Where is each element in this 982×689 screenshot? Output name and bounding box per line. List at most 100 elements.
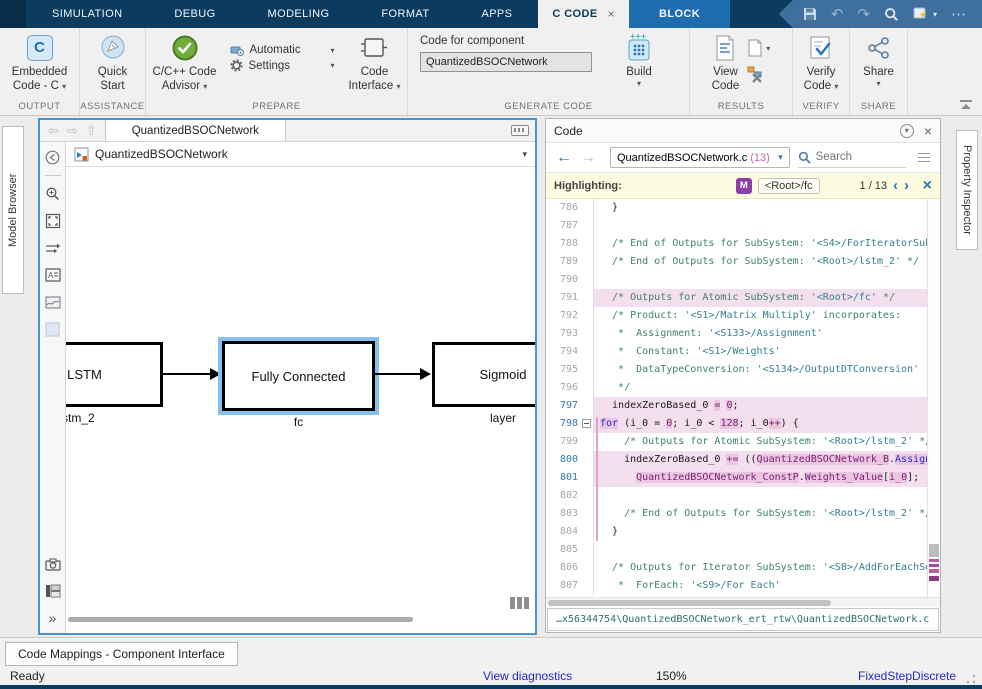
code-line[interactable]: 797 indexZeroBased_0 = 0; xyxy=(546,397,940,415)
block-lstm-label[interactable]: stm_2 xyxy=(66,411,95,425)
tab-apps[interactable]: APPS xyxy=(455,0,538,28)
code-line[interactable]: 791 /* Outputs for Atomic SubSystem: '<R… xyxy=(546,289,940,307)
nav-back-icon[interactable]: ⇦ xyxy=(48,123,59,139)
area-icon[interactable] xyxy=(44,320,62,338)
signal-wire[interactable] xyxy=(163,373,210,375)
nav-up-icon[interactable]: ⇧ xyxy=(86,123,97,139)
minimize-ribbon-icon[interactable] xyxy=(960,100,972,109)
code-line[interactable]: 806 /* Outputs for Iterator SubSystem: '… xyxy=(546,559,940,577)
block-lstm[interactable]: LSTM xyxy=(66,342,163,407)
code-line[interactable]: 793 * Assignment: '<S133>/Assignment' xyxy=(546,325,940,343)
annotation-icon[interactable]: A xyxy=(44,266,62,284)
code-line[interactable]: 799 /* Outputs for Atomic SubSystem: '<R… xyxy=(546,433,940,451)
editor-tab[interactable]: QuantizedBSOCNetwork xyxy=(105,120,286,141)
quick-start-button[interactable]: Quick Start xyxy=(98,33,127,94)
image-icon[interactable] xyxy=(44,293,62,311)
viewmarks-icon[interactable] xyxy=(44,582,62,600)
view-diagnostics-link[interactable]: View diagnostics xyxy=(483,669,572,683)
component-name-input[interactable] xyxy=(420,52,592,72)
automatic-dropdown[interactable]: Automatic ▾ xyxy=(230,44,334,56)
code-line[interactable]: 792 /* Product: '<S1>/Matrix Multiply' i… xyxy=(546,307,940,325)
signal-wire[interactable] xyxy=(375,373,420,375)
more-actions-icon[interactable]: ⋯ xyxy=(951,7,966,22)
history-forward-icon[interactable]: → xyxy=(580,149,596,167)
favorite-model-icon[interactable]: ▾ xyxy=(913,7,937,21)
expand-palette-icon[interactable]: » xyxy=(44,609,62,627)
panel-menu-icon[interactable]: ▾ xyxy=(900,124,914,138)
code-line[interactable]: 805 xyxy=(546,541,940,559)
zoom-level[interactable]: 150% xyxy=(656,669,687,683)
search-icon[interactable] xyxy=(884,7,899,22)
clear-highlighting-icon[interactable]: × xyxy=(923,177,932,195)
code-line[interactable]: 803 /* End of Outputs for SubSystem: '<R… xyxy=(546,505,940,523)
nav-forward-icon[interactable]: ⇨ xyxy=(67,123,78,139)
code-line[interactable]: 794 * Constant: '<S1>/Weights' xyxy=(546,343,940,361)
code-line[interactable]: 807 * ForEach: '<S9>/For Each' xyxy=(546,577,940,595)
code-hscrollbar[interactable] xyxy=(546,597,940,607)
panel-hamburger-icon[interactable] xyxy=(918,153,930,163)
block-sigmoid[interactable]: Sigmoid xyxy=(432,342,535,407)
report-dropdown[interactable]: ▾ xyxy=(747,39,770,57)
tab-simulation[interactable]: SIMULATION xyxy=(26,0,148,28)
vscroll-thumb[interactable] xyxy=(929,544,939,557)
share-button[interactable]: Share ▾ xyxy=(863,33,894,89)
redo-icon[interactable]: ↷ xyxy=(857,7,870,22)
keyboard-shortcuts-icon[interactable] xyxy=(511,125,529,136)
block-sigmoid-label[interactable]: layer xyxy=(432,411,535,425)
code-line[interactable]: 786 } xyxy=(546,199,940,217)
view-code-button[interactable]: View Code xyxy=(712,33,740,94)
hide-palette-icon[interactable] xyxy=(44,148,62,166)
code-interface-button[interactable]: Code Interface ▾ xyxy=(348,33,400,94)
code-line[interactable]: 795 * DataTypeConversion: '<S134>/Output… xyxy=(546,361,940,379)
code-line[interactable]: 804 } xyxy=(546,523,940,541)
code-line[interactable]: 800 indexZeroBased_0 += ((QuantizedBSOCN… xyxy=(546,451,940,469)
solver-name[interactable]: FixedStepDiscrete xyxy=(858,669,956,683)
fit-to-view-icon[interactable] xyxy=(44,212,62,230)
code-line[interactable]: 802 xyxy=(546,487,940,505)
remove-highlighting-icon[interactable] xyxy=(747,65,770,83)
code-vscrollbar[interactable] xyxy=(927,199,940,597)
code-line[interactable]: 788 /* End of Outputs for SubSystem: '<S… xyxy=(546,235,940,253)
zoom-region-icon[interactable] xyxy=(44,185,62,203)
save-icon[interactable] xyxy=(803,7,817,21)
highlight-target[interactable]: <Root>/fc xyxy=(758,178,820,194)
breadcrumb-dropdown-icon[interactable]: ▾ xyxy=(522,149,527,160)
prev-match-icon[interactable]: ‹ xyxy=(893,178,898,193)
tab-format[interactable]: FORMAT xyxy=(355,0,455,28)
code-advisor-button[interactable]: C/C++ Code Advisor ▾ xyxy=(153,33,217,94)
code-line[interactable]: 798for (i_0 = 0; i_0 < 128; i_0++) { xyxy=(546,415,940,433)
code-line[interactable]: 790 xyxy=(546,271,940,289)
tab-block[interactable]: BLOCK xyxy=(629,0,730,28)
history-back-icon[interactable]: ← xyxy=(556,149,572,167)
tab-c-code-active[interactable]: C CODE × xyxy=(538,0,629,28)
code-view[interactable]: 786 }787788 /* End of Outputs for SubSys… xyxy=(546,199,940,597)
code-line[interactable]: 787 xyxy=(546,217,940,235)
next-match-icon[interactable]: › xyxy=(904,178,909,193)
verify-code-button[interactable]: Verify Code ▾ xyxy=(804,33,839,94)
code-line[interactable]: 789 /* End of Outputs for SubSystem: '<R… xyxy=(546,253,940,271)
fold-collapse-icon[interactable] xyxy=(580,415,594,433)
app-menu-square[interactable] xyxy=(0,0,26,28)
build-button[interactable]: +++ Build ▾ xyxy=(624,33,654,89)
resize-grip[interactable] xyxy=(966,674,976,684)
breadcrumb[interactable]: QuantizedBSOCNetwork ▾ xyxy=(66,142,535,167)
breadcrumb-model-name[interactable]: QuantizedBSOCNetwork xyxy=(95,147,228,161)
code-mappings-button[interactable]: Code Mappings - Component Interface xyxy=(5,642,238,666)
block-fully-connected[interactable]: Fully Connected xyxy=(222,341,375,411)
property-inspector-tab[interactable]: Property Inspector xyxy=(956,130,978,250)
model-browser-tab[interactable]: Model Browser xyxy=(2,126,24,294)
undo-icon[interactable]: ↶ xyxy=(831,7,844,22)
panel-close-icon[interactable]: × xyxy=(924,123,932,139)
block-fully-connected-label[interactable]: fc xyxy=(222,415,375,429)
pages-indicator-icon[interactable] xyxy=(510,597,529,609)
canvas-hscrollbar[interactable] xyxy=(68,617,413,622)
model-canvas[interactable]: LSTM stm_2 Fully Connected fc Sigmoid la… xyxy=(66,167,535,633)
signal-routing-icon[interactable] xyxy=(44,239,62,257)
screenshot-camera-icon[interactable] xyxy=(44,555,62,573)
code-line[interactable]: 801 QuantizedBSOCNetwork_ConstP.Weights_… xyxy=(546,469,940,487)
file-selector-dropdown[interactable]: QuantizedBSOCNetwork.c (13) ▾ xyxy=(610,147,790,168)
tab-close-icon[interactable]: × xyxy=(608,7,615,21)
code-search-input[interactable] xyxy=(816,151,906,163)
embedded-code-button[interactable]: C Embedded Code - C ▾ xyxy=(12,33,68,94)
tab-modeling[interactable]: MODELING xyxy=(242,0,356,28)
